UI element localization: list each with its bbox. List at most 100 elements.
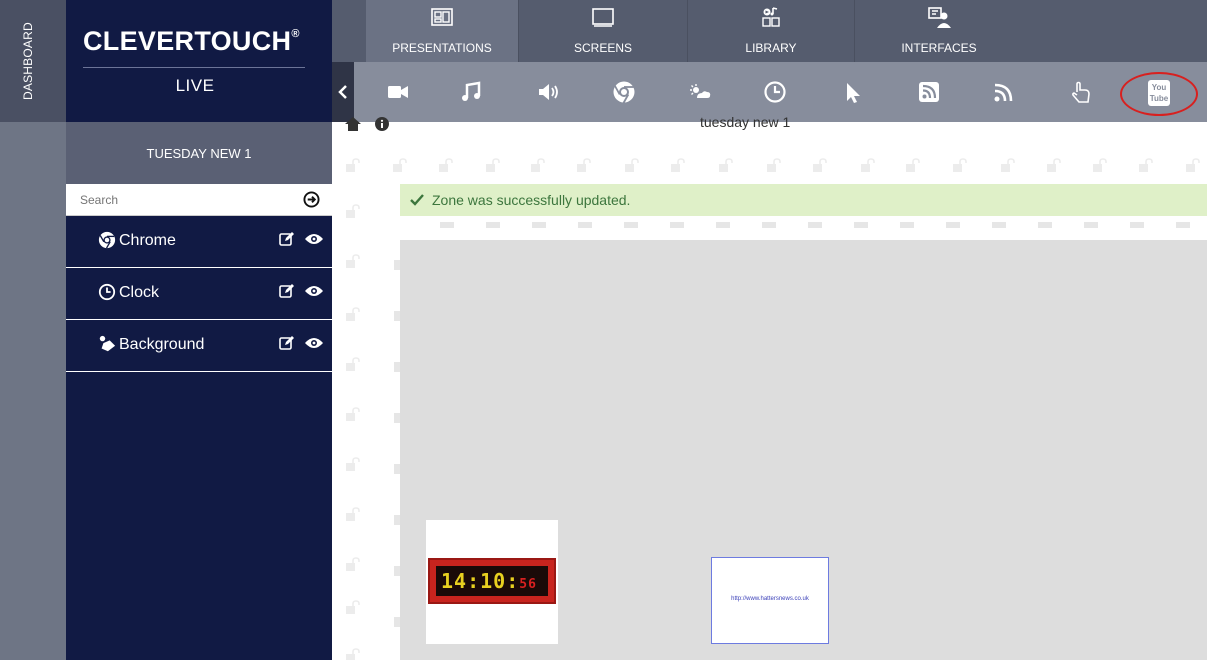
clock-zone-preview[interactable]: 14:10:56 (426, 520, 558, 644)
column-lock-icon[interactable] (1092, 158, 1108, 172)
column-tick (532, 222, 546, 228)
video-icon[interactable] (386, 80, 410, 104)
youtube-text-bottom: Tube (1149, 94, 1169, 103)
rss-box-icon[interactable] (917, 80, 941, 104)
column-lock-icon[interactable] (952, 158, 968, 172)
column-lock-icon[interactable] (1185, 158, 1201, 172)
tab-presentations[interactable]: PRESENTATIONS (366, 0, 518, 62)
row-tick (394, 566, 400, 576)
toolbar-back-button[interactable] (332, 62, 354, 122)
rss-icon[interactable] (992, 80, 1016, 104)
presentation-title: tuesday new 1 (700, 114, 791, 130)
column-lock-icon[interactable] (438, 158, 454, 172)
touch-icon[interactable] (1068, 80, 1092, 104)
column-tick (946, 222, 960, 228)
row-lock-icon[interactable] (345, 557, 361, 571)
column-lock-icon[interactable] (1046, 158, 1062, 172)
column-tick (992, 222, 1006, 228)
column-lock-icon[interactable] (860, 158, 876, 172)
column-lock-icon[interactable] (345, 158, 361, 172)
eye-icon[interactable] (304, 284, 324, 298)
monitor-icon (592, 8, 614, 27)
dashboard-tab[interactable]: DASHBOARD (0, 0, 66, 122)
column-lock-icon[interactable] (392, 158, 408, 172)
weather-icon[interactable] (688, 80, 712, 104)
row-lock-icon[interactable] (345, 204, 361, 218)
edit-icon[interactable] (279, 231, 295, 247)
tab-label: SCREENS (573, 41, 632, 55)
brand-divider (83, 67, 305, 68)
row-lock-icon[interactable] (345, 600, 361, 614)
dashboard-label: DASHBOARD (21, 22, 35, 100)
column-lock-icon[interactable] (624, 158, 640, 172)
zone-label-background: Background (119, 336, 205, 353)
row-tick (394, 413, 400, 423)
digital-clock: 14:10:56 (428, 558, 556, 604)
column-tick (716, 222, 730, 228)
column-lock-icon[interactable] (905, 158, 921, 172)
eye-icon[interactable] (304, 232, 324, 246)
tab-interfaces[interactable]: INTERFACES (855, 0, 1023, 62)
zone-label-clock: Clock (119, 284, 160, 301)
tab-label: INTERFACES (901, 41, 977, 55)
tab-library[interactable]: LIBRARY (688, 0, 854, 62)
column-lock-icon[interactable] (766, 158, 782, 172)
row-lock-icon[interactable] (345, 254, 361, 268)
edit-icon[interactable] (279, 335, 295, 351)
tab-screens[interactable]: SCREENS (519, 0, 687, 62)
eye-icon[interactable] (304, 336, 324, 350)
column-tick (808, 222, 822, 228)
column-tick (486, 222, 500, 228)
clock-icon (98, 283, 116, 301)
search-input[interactable] (80, 190, 280, 210)
interfaces-icon (928, 7, 951, 28)
column-tick (1130, 222, 1144, 228)
row-tick (394, 311, 400, 321)
pointer-icon[interactable] (841, 80, 865, 104)
home-icon[interactable] (345, 117, 361, 131)
column-tick (578, 222, 592, 228)
column-tick (624, 222, 638, 228)
column-lock-icon[interactable] (670, 158, 686, 172)
zone-search (66, 184, 332, 216)
chrome-zone-preview[interactable]: http://www.hattersnews.co.uk (711, 557, 829, 644)
row-tick (394, 617, 400, 627)
search-go-icon[interactable] (303, 191, 320, 208)
check-icon (410, 194, 424, 206)
volume-icon[interactable] (537, 80, 561, 104)
row-lock-icon[interactable] (345, 307, 361, 321)
youtube-icon[interactable]: You Tube (1148, 80, 1170, 106)
column-lock-icon[interactable] (576, 158, 592, 172)
column-lock-icon[interactable] (812, 158, 828, 172)
tab-label: PRESENTATIONS (392, 41, 492, 55)
row-lock-icon[interactable] (345, 407, 361, 421)
zone-item-background[interactable]: Background (66, 320, 332, 372)
row-lock-icon[interactable] (345, 507, 361, 521)
column-lock-icon[interactable] (1138, 158, 1154, 172)
chrome-icon (98, 231, 116, 249)
clock-display: 14:10:56 (436, 566, 548, 596)
youtube-text-top: You (1151, 83, 1167, 92)
column-tick (854, 222, 868, 228)
row-lock-icon[interactable] (345, 457, 361, 471)
media-library-icon (762, 7, 780, 27)
row-tick (394, 515, 400, 525)
row-tick (394, 464, 400, 474)
row-tick (394, 362, 400, 372)
zone-item-chrome[interactable]: Chrome (66, 216, 332, 268)
row-lock-icon[interactable] (345, 648, 361, 660)
clock-icon[interactable] (763, 80, 787, 104)
row-tick (394, 260, 400, 270)
chrome-url: http://www.hattersnews.co.uk (731, 596, 809, 602)
column-lock-icon[interactable] (1000, 158, 1016, 172)
info-icon[interactable] (375, 117, 389, 131)
column-lock-icon[interactable] (485, 158, 501, 172)
edit-icon[interactable] (279, 283, 295, 299)
zone-item-clock[interactable]: Clock (66, 268, 332, 320)
chrome-icon[interactable] (612, 80, 636, 104)
paint-icon (99, 335, 116, 352)
music-icon[interactable] (459, 80, 483, 104)
column-lock-icon[interactable] (718, 158, 734, 172)
column-lock-icon[interactable] (530, 158, 546, 172)
row-lock-icon[interactable] (345, 357, 361, 371)
